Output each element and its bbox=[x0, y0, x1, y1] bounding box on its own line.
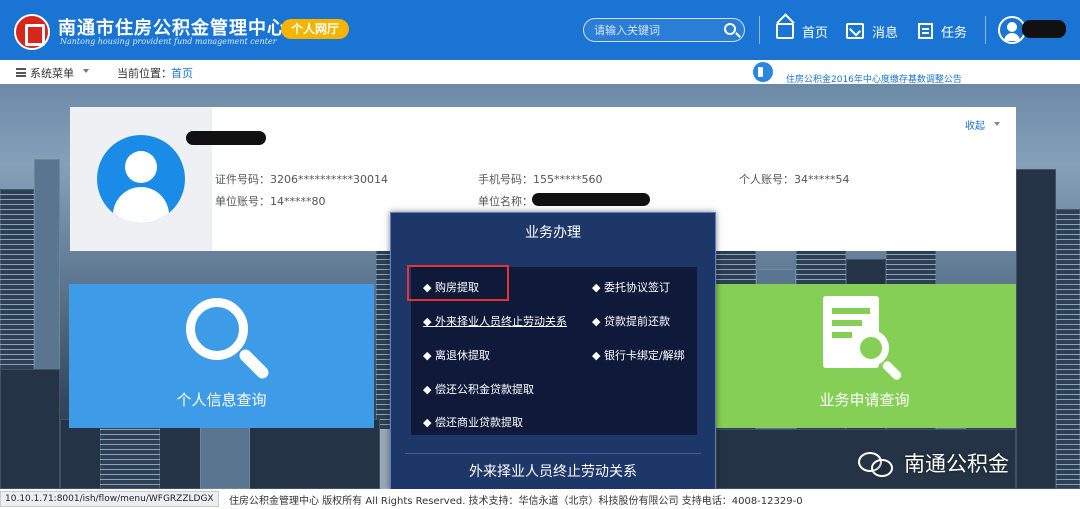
search-input[interactable] bbox=[594, 21, 714, 39]
menu-item-retirement-withdrawal[interactable]: ◆ 离退休提取 bbox=[423, 347, 490, 363]
system-menu-label[interactable]: 系统菜单 bbox=[30, 65, 74, 81]
personal-hall-badge[interactable]: 个人网厅 bbox=[281, 19, 350, 39]
breadcrumb-bar: 系统菜单 当前位置： 首页 住房公积金2016年中心度缴存基数调整公告 bbox=[0, 60, 1080, 85]
account-field: 个人账号：34*****54 bbox=[739, 173, 850, 186]
unit-name-field: 单位名称： bbox=[478, 195, 533, 208]
menu-item-fund-loan-repay-withdrawal[interactable]: ◆ 偿还公积金贷款提取 bbox=[423, 381, 534, 397]
task-icon bbox=[918, 23, 933, 39]
menu-icon[interactable] bbox=[16, 68, 26, 77]
message-icon bbox=[846, 23, 864, 39]
phone-field: 手机号码：155*****560 bbox=[478, 173, 603, 186]
top-header: 南通市住房公积金管理中心 Nantong housing provident f… bbox=[0, 0, 1080, 60]
menu-item-terminate-labor-relation[interactable]: ◆ 外来择业人员终止劳动关系 bbox=[423, 313, 567, 329]
nav-messages-label: 消息 bbox=[872, 25, 899, 41]
nav-tasks-label: 任务 bbox=[941, 25, 968, 41]
business-bottom-title[interactable]: 外来择业人员终止劳动关系 bbox=[405, 453, 701, 489]
header-divider bbox=[759, 16, 760, 44]
business-panel: 业务办理 ◆ 购房提取 ◆ 委托协议签订 ◆ 外来择业人员终止劳动关系 ◆ 贷款… bbox=[390, 212, 716, 491]
redacted-username bbox=[1022, 20, 1066, 38]
logo-icon bbox=[14, 14, 50, 50]
nav-home-label: 首页 bbox=[802, 25, 829, 41]
search-box bbox=[583, 18, 745, 42]
collapse-link[interactable]: 收起 bbox=[965, 117, 985, 132]
header-divider bbox=[985, 16, 986, 44]
copyright-text: 住房公积金管理中心 版权所有 All Rights Reserved. 技术支持… bbox=[229, 496, 803, 507]
menu-item-commercial-loan-repay-withdrawal[interactable]: ◆ 偿还商业贷款提取 bbox=[423, 414, 523, 430]
personal-info-query-tile[interactable]: 个人信息查询 bbox=[69, 284, 374, 428]
menu-item-loan-prepayment[interactable]: ◆ 贷款提前还款 bbox=[592, 313, 670, 329]
personal-info-query-label: 个人信息查询 bbox=[176, 391, 267, 409]
search-icon[interactable] bbox=[724, 23, 736, 35]
footer: 10.10.1.71:8001/ish/flow/menu/WFGRZZLDGX… bbox=[0, 489, 1080, 509]
profile-avatar-panel bbox=[70, 107, 212, 251]
profile-avatar-icon bbox=[97, 135, 185, 223]
menu-item-entrust-agreement[interactable]: ◆ 委托协议签订 bbox=[592, 279, 670, 295]
current-position-label: 当前位置： bbox=[117, 67, 172, 80]
menu-item-house-purchase-withdrawal[interactable]: ◆ 购房提取 bbox=[423, 279, 479, 295]
nav-tasks[interactable]: 任务 bbox=[918, 20, 967, 42]
wechat-icon bbox=[858, 450, 894, 477]
site-subtitle: Nantong housing provident fund managemen… bbox=[60, 37, 277, 46]
magnifier-icon bbox=[186, 298, 271, 381]
menu-item-bank-card-binding[interactable]: ◆ 银行卡绑定/解绑 bbox=[592, 347, 685, 363]
id-number-field: 证件号码：3206**********30014 bbox=[215, 173, 388, 186]
redacted-name bbox=[186, 131, 266, 145]
business-panel-title: 业务办理 bbox=[525, 225, 581, 241]
document-search-icon bbox=[823, 296, 903, 384]
wechat-watermark: 南通公积金 bbox=[858, 448, 1009, 478]
application-query-tile[interactable]: 业务申请查询 bbox=[713, 284, 1016, 428]
home-icon bbox=[776, 23, 794, 39]
app-root: 南通市住房公积金管理中心 Nantong housing provident f… bbox=[0, 0, 1080, 509]
chevron-down-icon[interactable] bbox=[994, 122, 1000, 126]
watermark-text: 南通公积金 bbox=[904, 452, 1009, 476]
speaker-icon bbox=[753, 62, 773, 82]
nav-home[interactable]: 首页 bbox=[776, 20, 828, 42]
chevron-down-icon[interactable] bbox=[83, 69, 89, 73]
breadcrumb-home-link[interactable]: 首页 bbox=[171, 65, 193, 81]
unit-account-field: 单位账号：14*****80 bbox=[215, 195, 326, 208]
status-bar-url: 10.10.1.71:8001/ish/flow/menu/WFGRZZLDGX bbox=[0, 491, 219, 507]
application-query-label: 业务申请查询 bbox=[819, 391, 910, 409]
nav-messages[interactable]: 消息 bbox=[846, 20, 898, 42]
redacted-unit-name bbox=[532, 193, 650, 206]
